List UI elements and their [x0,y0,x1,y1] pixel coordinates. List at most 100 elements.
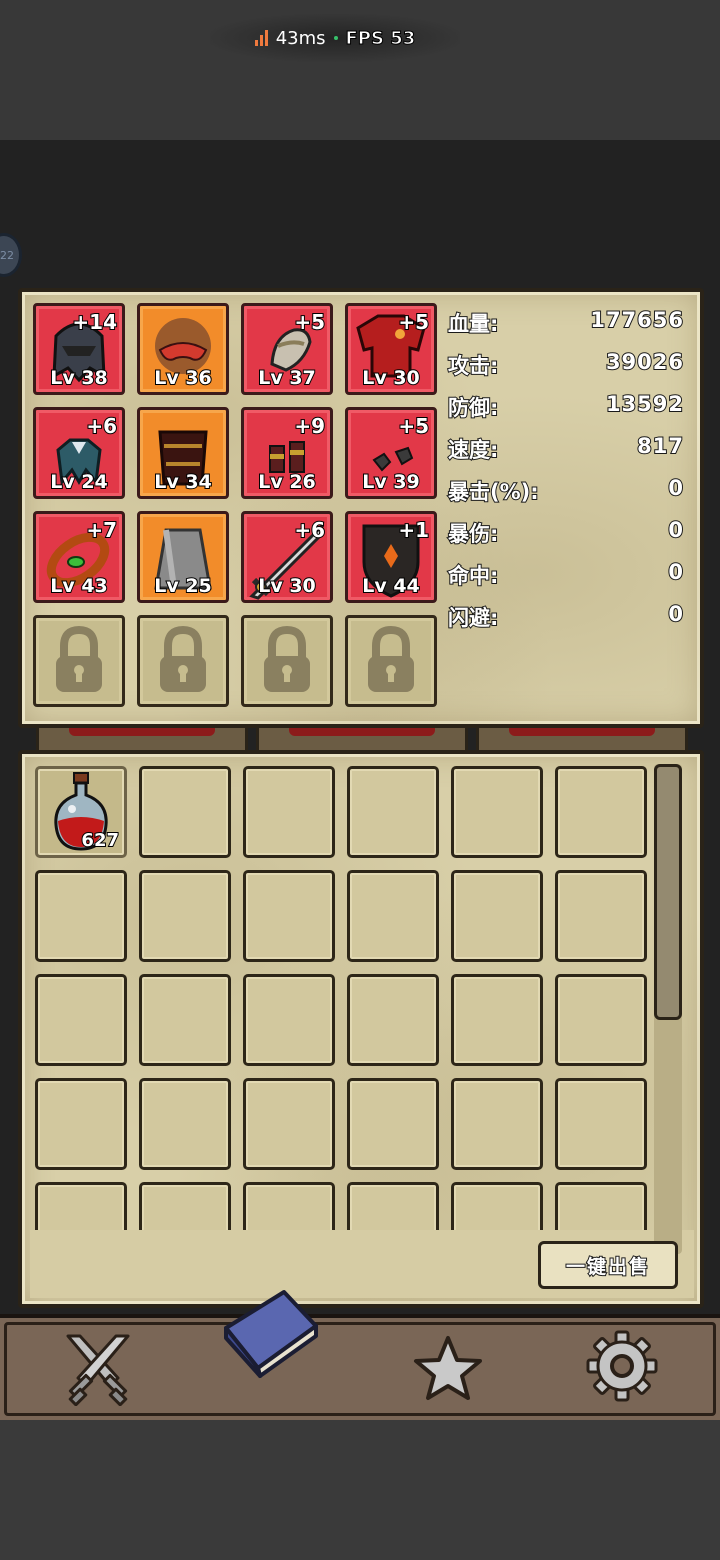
nav-favorites-button[interactable] [412,1334,484,1402]
nav-battle-button[interactable] [58,1330,138,1407]
item-quantity: 627 [80,829,120,852]
nav-settings-button[interactable] [586,1330,658,1402]
inventory-empty-slot[interactable] [35,1182,127,1230]
equip-slot[interactable]: Lv 25 [137,511,229,603]
inventory-empty-slot[interactable] [243,766,335,858]
inventory-empty-slot[interactable] [139,766,231,858]
inventory-empty-slot[interactable] [347,974,439,1066]
inventory-empty-slot[interactable] [35,870,127,962]
item-level: Lv 34 [153,470,213,494]
crossed-swords-icon [66,1334,130,1407]
inventory-empty-slot[interactable] [243,1182,335,1230]
stat-row: 命中: 0 [447,559,684,602]
stat-row: 暴伤: 0 [447,517,684,560]
star-icon [414,1336,482,1400]
enhance-level: +5 [397,413,430,439]
stat-row: 攻击: 39026 [447,349,684,392]
inventory-empty-slot[interactable] [35,1078,127,1170]
gear-icon [586,1330,658,1402]
enhance-level: +6 [85,413,118,439]
inventory-empty-slot[interactable] [347,766,439,858]
stat-row: 速度: 817 [447,433,684,476]
stat-label: 暴伤: [447,521,499,547]
inventory-empty-slot[interactable] [139,870,231,962]
enhance-level: +1 [397,517,430,543]
item-level: Lv 24 [49,470,109,494]
inventory-empty-slot[interactable] [139,1078,231,1170]
stat-value: 0 [667,601,684,627]
inventory-empty-slot[interactable] [347,870,439,962]
nav-inventory-button[interactable] [218,1284,322,1380]
locked-equip-slot[interactable] [241,615,333,707]
stat-value: 39026 [605,349,684,375]
item-level: Lv 37 [257,366,317,390]
lock-icon [264,625,310,692]
inventory-empty-slot[interactable] [139,1182,231,1230]
item-level: Lv 38 [49,366,109,390]
inventory-empty-slot[interactable] [555,1182,647,1230]
inventory-empty-slot[interactable] [451,766,543,858]
inventory-empty-slot[interactable] [243,974,335,1066]
side-badge-count: 22 [0,248,14,262]
equip-slot[interactable]: +5 Lv 37 [241,303,333,395]
book-icon [224,1290,318,1378]
item-level: Lv 30 [257,574,317,598]
inventory-empty-slot[interactable] [555,974,647,1066]
equip-slot[interactable]: +7 Lv 43 [33,511,125,603]
stat-row: 暴击(%): 0 [447,475,684,518]
enhance-level: +6 [293,517,326,543]
lock-icon [56,625,102,692]
inventory-empty-slot[interactable] [139,974,231,1066]
enhance-level: +9 [293,413,326,439]
equip-slot[interactable]: +1 Lv 44 [345,511,437,603]
inventory-empty-slot[interactable] [35,974,127,1066]
inventory-empty-slot[interactable] [451,974,543,1066]
signal-icon [254,30,268,46]
status-dot-icon [333,36,338,40]
sell-all-button[interactable]: 一键出售 [538,1241,678,1289]
stat-value: 0 [667,475,684,501]
equip-slot[interactable]: +5 Lv 30 [345,303,437,395]
inventory-empty-slot[interactable] [243,1078,335,1170]
inventory-grid: 627 [30,760,650,1230]
inventory-empty-slot[interactable] [347,1078,439,1170]
stat-row: 闪避: 0 [447,601,684,644]
inventory-scroll-thumb[interactable] [654,764,682,1020]
equip-slot[interactable]: +6 Lv 30 [241,511,333,603]
inventory-empty-slot[interactable] [451,870,543,962]
inventory-empty-slot[interactable] [555,870,647,962]
equip-slot[interactable]: +9 Lv 26 [241,407,333,499]
equip-slot[interactable]: Lv 36 [137,303,229,395]
equip-slot[interactable]: Lv 34 [137,407,229,499]
latency-text: 43ms [275,27,326,49]
stat-label: 暴击(%): [447,479,540,505]
locked-equip-slot[interactable] [33,615,125,707]
inventory-empty-slot[interactable] [555,766,647,858]
equip-slot[interactable]: +14 Lv 38 [33,303,125,395]
stat-label: 命中: [447,563,499,589]
stat-row: 血量: 177656 [447,307,684,350]
inventory-empty-slot[interactable] [451,1078,543,1170]
inventory-empty-slot[interactable] [555,1078,647,1170]
locked-equip-slot[interactable] [345,615,437,707]
stat-row: 防御: 13592 [447,391,684,434]
tab-strip-2[interactable] [256,728,468,750]
tab-strip-1[interactable] [36,728,248,750]
stat-value: 0 [667,559,684,585]
item-level: Lv 43 [49,574,109,598]
inventory-empty-slot[interactable] [451,1182,543,1230]
equip-slot[interactable]: +5 Lv 39 [345,407,437,499]
inventory-empty-slot[interactable] [243,870,335,962]
inventory-empty-slot[interactable] [347,1182,439,1230]
item-level: Lv 39 [361,470,421,494]
stat-label: 防御: [447,395,499,421]
lock-icon [160,625,206,692]
locked-equip-slot[interactable] [137,615,229,707]
tab-strip-3[interactable] [476,728,688,750]
enhance-level: +14 [71,309,118,335]
inventory-item-slot[interactable]: 627 [35,766,127,858]
fps-text: FPS 53 [345,27,416,49]
equip-slot[interactable]: +6 Lv 24 [33,407,125,499]
stat-label: 血量: [447,311,499,337]
enhance-level: +7 [85,517,118,543]
